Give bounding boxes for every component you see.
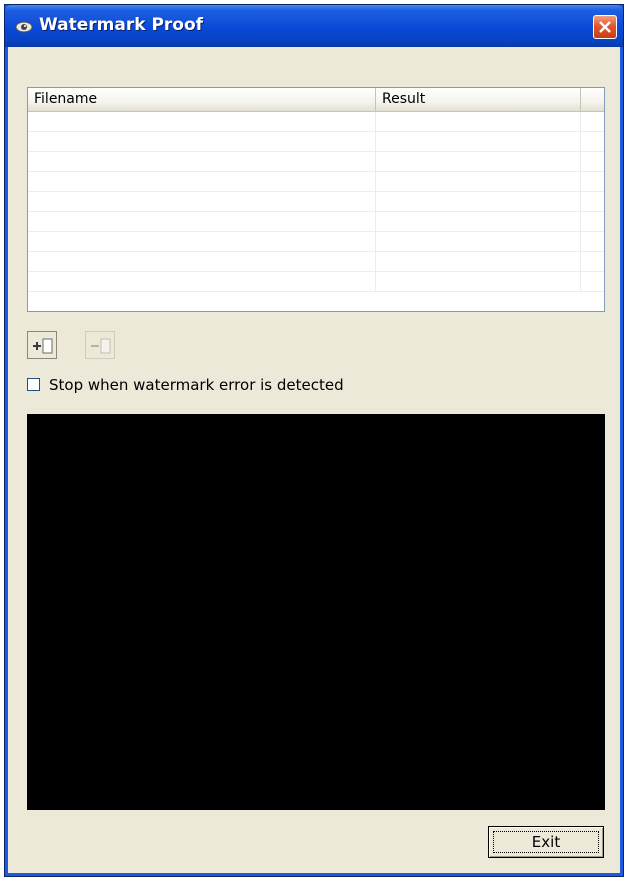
exit-button-label: Exit — [531, 833, 561, 851]
table-row[interactable] — [28, 152, 604, 172]
cell-filename — [28, 272, 376, 292]
close-button[interactable] — [593, 15, 617, 39]
cell-result — [376, 272, 581, 292]
file-list-rows — [28, 112, 604, 292]
table-row[interactable] — [28, 172, 604, 192]
stop-on-error-checkbox[interactable] — [27, 378, 40, 391]
cell-filename — [28, 172, 376, 192]
table-row[interactable] — [28, 212, 604, 232]
cell-result — [376, 232, 581, 252]
cell-result — [376, 192, 581, 212]
file-list-header: Filename Result — [28, 88, 604, 112]
cell-filename — [28, 112, 376, 132]
output-console[interactable] — [27, 414, 605, 810]
cell-filename — [28, 252, 376, 272]
title-bar[interactable]: Watermark Proof — [5, 5, 623, 47]
eye-icon — [15, 19, 33, 33]
column-header-filler — [581, 88, 604, 111]
stop-on-error-label: Stop when watermark error is detected — [49, 376, 344, 394]
table-row[interactable] — [28, 192, 604, 212]
close-icon — [599, 21, 611, 33]
column-header-filename[interactable]: Filename — [28, 88, 376, 111]
exit-button[interactable]: Exit — [488, 826, 604, 858]
table-row[interactable] — [28, 132, 604, 152]
table-row[interactable] — [28, 272, 604, 292]
cell-filename — [28, 232, 376, 252]
add-file-button[interactable] — [27, 331, 57, 359]
cell-result — [376, 212, 581, 232]
cell-filename — [28, 192, 376, 212]
table-row[interactable] — [28, 112, 604, 132]
window-title: Watermark Proof — [39, 15, 204, 35]
cell-filename — [28, 132, 376, 152]
cell-result — [376, 152, 581, 172]
main-window: Watermark Proof Filename Result Stop whe… — [4, 4, 624, 877]
add-file-icon — [33, 338, 53, 354]
cell-result — [376, 112, 581, 132]
cell-filename — [28, 152, 376, 172]
cell-result — [376, 132, 581, 152]
column-header-result[interactable]: Result — [376, 88, 581, 111]
remove-file-button[interactable] — [85, 331, 115, 359]
table-row[interactable] — [28, 232, 604, 252]
table-row[interactable] — [28, 252, 604, 272]
file-list[interactable]: Filename Result — [27, 87, 605, 312]
remove-file-icon — [91, 338, 111, 354]
cell-result — [376, 172, 581, 192]
cell-result — [376, 252, 581, 272]
cell-filename — [28, 212, 376, 232]
